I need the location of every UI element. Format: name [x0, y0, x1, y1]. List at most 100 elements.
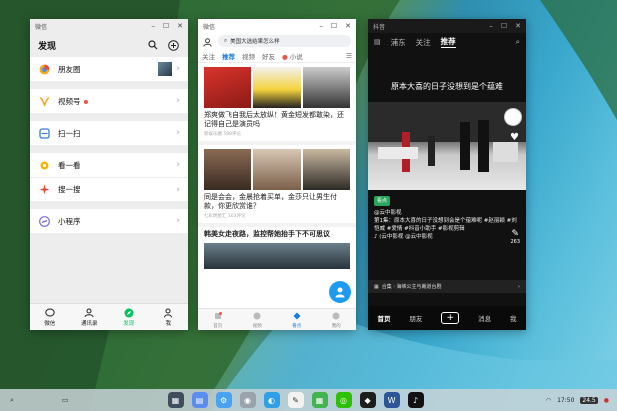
browser-icon[interactable]: ◉: [239, 392, 256, 408]
tab-home[interactable]: 首页: [377, 313, 390, 323]
notes-icon[interactable]: ✎: [287, 392, 304, 408]
tab-pudong[interactable]: 浦东: [391, 37, 406, 48]
chevron-right-icon: ›: [518, 283, 520, 290]
menu-icon[interactable]: ☰: [346, 52, 352, 60]
home-icon: [212, 311, 223, 322]
tab-me[interactable]: 我: [510, 313, 517, 323]
like-icon[interactable]: ♥: [510, 132, 519, 143]
article-title[interactable]: 郑爽做飞自我后太放纵！黄金短发都敢染，还记得自己是演员吗: [204, 111, 350, 129]
tab-label: 微信: [44, 321, 56, 327]
minimize-button[interactable]: –: [319, 22, 323, 30]
douyin-icon[interactable]: ♪: [407, 392, 424, 408]
comment-button[interactable]: ✎ 263: [510, 229, 520, 245]
window-switch-icon[interactable]: ▭: [62, 396, 69, 404]
wechat-icon[interactable]: ◎: [335, 392, 352, 408]
tab-videos[interactable]: 视频: [238, 309, 278, 330]
search-icon: ⌕: [224, 37, 228, 44]
tab-video[interactable]: 视频: [242, 51, 255, 61]
discover-item-look[interactable]: 看一看 ›: [30, 153, 188, 177]
minimize-button[interactable]: –: [151, 22, 155, 30]
discover-item-search[interactable]: 搜一搜 ›: [30, 177, 188, 201]
publish-button[interactable]: +: [441, 312, 460, 324]
tab-following[interactable]: 关注: [416, 37, 431, 48]
add-icon[interactable]: [166, 38, 180, 52]
collection-label: 合集 · 海峡公主与裁道台剧: [381, 284, 442, 290]
photo: [204, 149, 252, 190]
tab-messages[interactable]: 消息: [478, 313, 491, 323]
video-author[interactable]: @云中影视: [374, 209, 520, 217]
article-image[interactable]: [204, 243, 350, 269]
discover-item-scan[interactable]: 扫一扫 ›: [30, 121, 188, 145]
edge-icon[interactable]: ◐: [263, 392, 280, 408]
tab-me[interactable]: 我: [149, 304, 189, 330]
search-icon[interactable]: [146, 38, 160, 52]
search-icon[interactable]: ⌕: [516, 37, 520, 47]
spreadsheet-icon[interactable]: ▦: [311, 392, 328, 408]
maximize-button[interactable]: ☐: [331, 22, 337, 30]
contacts-icon: [84, 307, 95, 318]
user-icon[interactable]: [203, 32, 212, 51]
tab-novel[interactable]: ● 小说: [282, 51, 303, 61]
tab-follow[interactable]: 关注: [202, 51, 215, 61]
search-input[interactable]: ⌕ 美国大选结果怎么样: [218, 35, 351, 47]
discover-item-miniprogram[interactable]: 小程序 ›: [30, 209, 188, 233]
video-music[interactable]: ♪ (云中影视 @云中影视: [374, 233, 520, 241]
close-button[interactable]: ✕: [345, 22, 351, 30]
word-icon[interactable]: W: [383, 392, 400, 408]
tab-contacts[interactable]: 通讯录: [70, 304, 110, 330]
tab-recommend[interactable]: 推荐: [222, 51, 235, 61]
video-frame[interactable]: ♥: [368, 102, 526, 190]
mine-icon: [331, 311, 342, 322]
avatar: [158, 62, 173, 76]
article-title[interactable]: 同是会会，金晨抢着买单，金莎只让男生付款，你更欣赏谁？: [204, 193, 350, 211]
settings-icon[interactable]: ⚙: [215, 392, 232, 408]
search-icon[interactable]: ⌕: [10, 396, 14, 405]
miniprogram-icon: [38, 215, 50, 227]
me-icon: [163, 307, 174, 318]
close-button[interactable]: ✕: [177, 22, 183, 30]
tab-friends[interactable]: 好友: [262, 51, 275, 61]
article-title[interactable]: 韩美女走夜路，监控帮她抬手下不可思议: [204, 230, 350, 239]
news-window-title: 微信: [203, 23, 216, 31]
publish-button[interactable]: [329, 281, 351, 303]
launcher-icon[interactable]: ▦: [167, 392, 184, 408]
tab-chats[interactable]: 微信: [30, 304, 70, 330]
discover-item-moments[interactable]: 朋友圈 ›: [30, 57, 188, 81]
tab-label: 我的: [331, 323, 341, 329]
tab-recommend[interactable]: 推荐: [440, 36, 456, 48]
article-image[interactable]: [204, 67, 350, 108]
video-tag[interactable]: 看点: [374, 196, 391, 206]
comment-count: 263: [510, 239, 520, 245]
chevron-right-icon: ›: [176, 216, 180, 226]
discover-icon: [123, 307, 134, 318]
maximize-button[interactable]: ☐: [163, 22, 169, 30]
wifi-icon[interactable]: ◠: [546, 397, 551, 404]
chevron-right-icon: ›: [176, 160, 180, 170]
tab-label: 发现: [123, 321, 135, 327]
tab-mine[interactable]: 我的: [317, 309, 357, 330]
discover-item-channels[interactable]: 视频号 ›: [30, 89, 188, 113]
person-icon: [335, 287, 345, 298]
close-button[interactable]: ✕: [515, 22, 521, 30]
avatar[interactable]: [504, 108, 522, 126]
calendar-icon[interactable]: ▤: [191, 392, 208, 408]
notification-icon[interactable]: ●: [604, 397, 609, 404]
tab-friends[interactable]: 朋友: [409, 313, 422, 323]
clock[interactable]: 17:50: [557, 397, 574, 404]
qq-icon[interactable]: ◆: [359, 392, 376, 408]
live-icon[interactable]: ▤: [374, 38, 381, 46]
minimize-button[interactable]: –: [489, 22, 493, 30]
tab-label: 看点: [292, 323, 302, 329]
tab-home[interactable]: 首页: [198, 309, 238, 330]
photo: [253, 67, 301, 108]
search-placeholder: 美国大选结果怎么样: [230, 39, 280, 45]
tab-discover[interactable]: 发现: [109, 304, 149, 330]
collection-bar[interactable]: ▦ 合集 · 海峡公主与裁道台剧 ›: [368, 280, 526, 293]
tab-novel-label: 小说: [289, 52, 303, 61]
video-window-title: 抖音: [373, 23, 386, 31]
maximize-button[interactable]: ☐: [501, 22, 507, 30]
taskbar: ⌕ ▭ ▦ ▤ ⚙ ◉ ◐ ✎ ▦ ◎ ◆ W ♪ ◠ 17:50 24.5 ●: [0, 389, 617, 411]
article-image[interactable]: [204, 149, 350, 190]
article-meta: 新娱乐圈 598评论: [204, 132, 242, 137]
tab-kandian[interactable]: 看点: [277, 309, 317, 330]
